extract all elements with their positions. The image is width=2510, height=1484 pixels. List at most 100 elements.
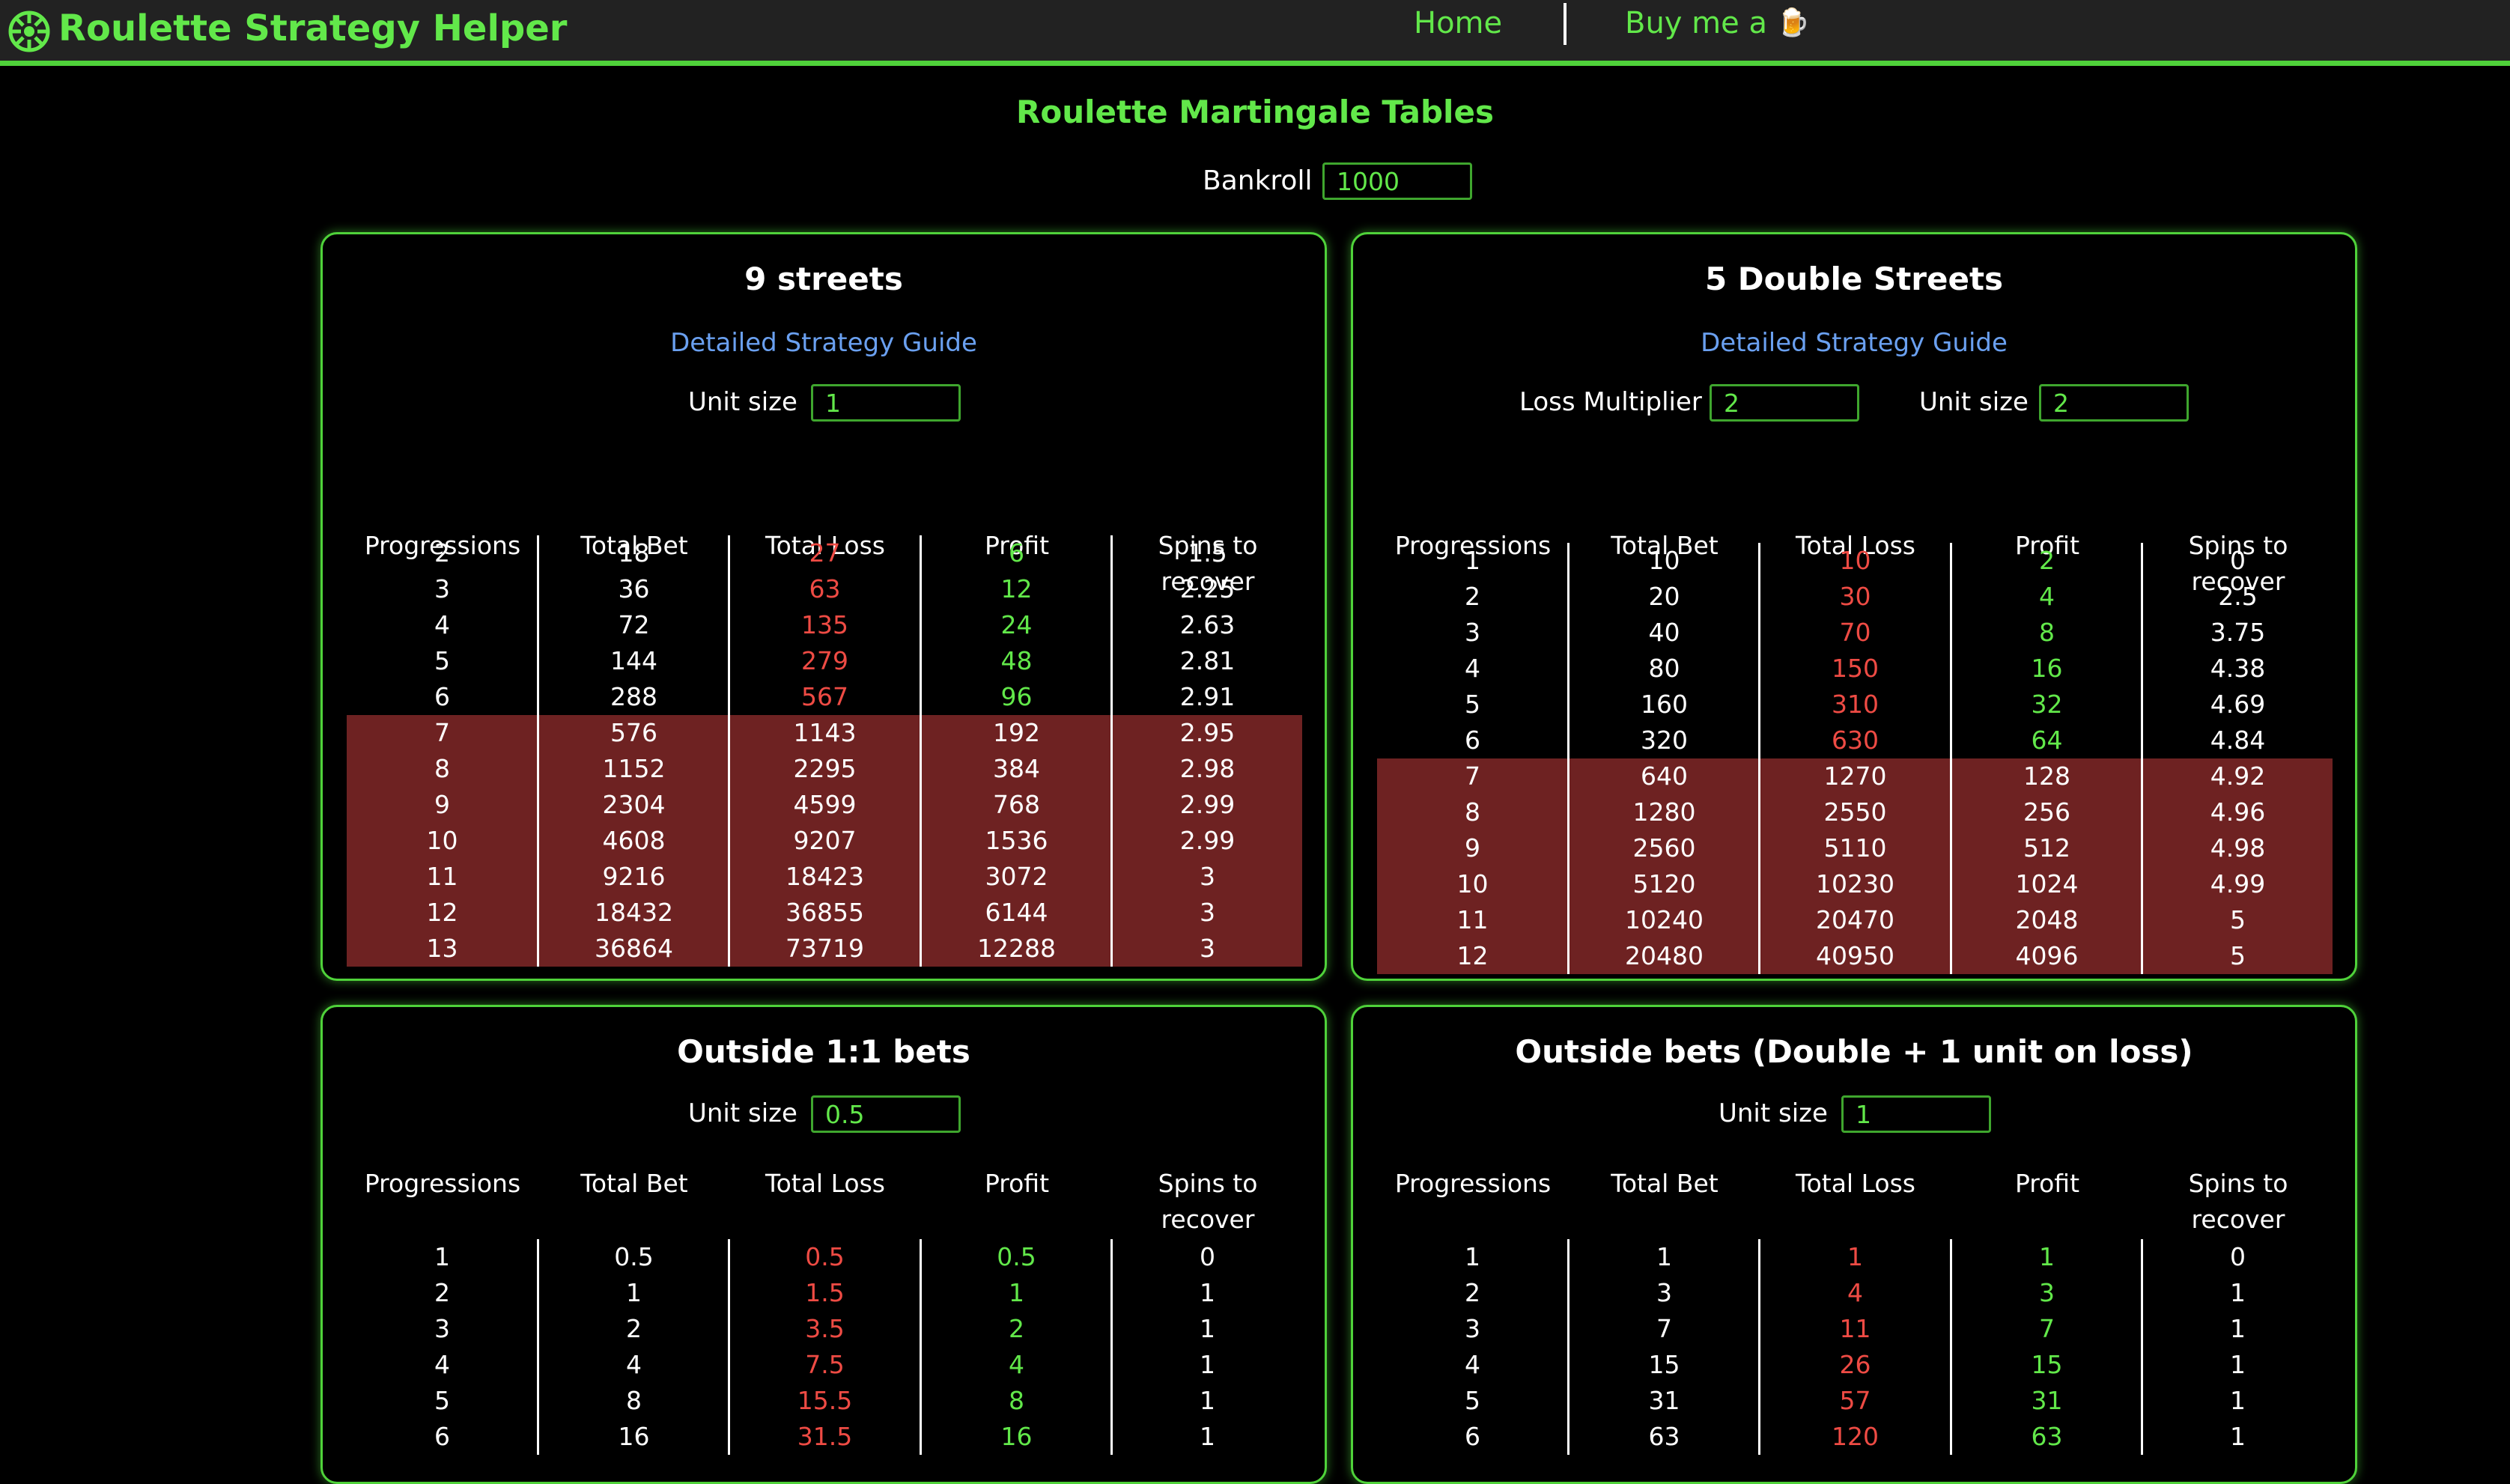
cell-total-loss: 36855 [785,898,864,927]
column-divider [1758,543,1760,974]
table-row: 5 31 57 31 1 [1377,1383,2333,1419]
cell-total-bet: 10240 [1625,905,1704,934]
column-divider [1567,1239,1569,1455]
cell-progressions: 5 [1465,690,1480,719]
cell-profit: 7 [2039,1314,2055,1343]
cell-profit: 6144 [985,898,1048,927]
table-row: 6 320 630 64 4.84 [1377,723,2333,758]
cell-progressions: 4 [1465,1350,1480,1379]
cell-total-loss: 1143 [793,718,857,747]
table-row: 2 1 1.5 1 1 [347,1275,1302,1311]
card-outside-double-plus-one: Outside bets (Double + 1 unit on loss) U… [1351,1005,2357,1484]
column-divider [537,1239,539,1455]
cell-total-loss: 73719 [785,934,864,963]
cell-total-loss: 120 [1832,1422,1879,1451]
cell-total-bet: 72 [618,610,650,639]
cell-total-bet: 1152 [602,754,666,783]
cell-total-loss: 135 [801,610,848,639]
table-body: 1 1 1 1 0 2 3 4 3 1 3 7 11 7 1 4 15 26 15 1 5 31 57 31 1 6 63 120 63… [1377,1239,2333,1455]
cell-spins-to-recover: 2.95 [1179,718,1236,747]
cell-spins-to-recover: 2.63 [1179,610,1236,639]
brand-title[interactable]: Roulette Strategy Helper [58,4,567,52]
cell-progressions: 2 [1465,582,1480,611]
cell-total-loss: 0.5 [805,1242,845,1271]
cell-spins-to-recover: 1 [1200,1278,1215,1307]
cell-profit: 2 [1009,1314,1024,1343]
cell-spins-to-recover: 2.5 [2218,582,2258,611]
cell-profit: 2048 [2015,905,2079,934]
table-row: 6 288 567 96 2.91 [347,679,1302,715]
column-header-profit: Profit [984,1169,1050,1198]
cell-total-bet: 160 [1641,690,1688,719]
cell-profit: 12288 [977,934,1056,963]
cell-progressions: 2 [434,1278,450,1307]
cell-spins-to-recover: 1 [1200,1314,1215,1343]
table-row: 3 7 11 7 1 [1377,1311,2333,1347]
cell-progressions: 1 [434,1242,450,1271]
cell-spins-to-recover: 1 [2230,1314,2246,1343]
nav-divider [1564,3,1567,45]
cell-spins-to-recover: 2.99 [1179,790,1236,819]
cell-total-bet: 1280 [1632,797,1696,827]
table-row: 5 144 279 48 2.81 [347,643,1302,679]
cell-total-loss: 5110 [1823,833,1887,863]
cell-profit: 8 [1009,1386,1024,1415]
cell-total-bet: 640 [1641,761,1688,791]
cell-total-bet: 1 [626,1278,642,1307]
cell-total-bet: 3 [1656,1278,1672,1307]
cell-total-loss: 1270 [1823,761,1887,791]
cell-total-loss: 4599 [793,790,857,819]
cell-total-loss: 4 [1847,1278,1863,1307]
cell-profit: 48 [1000,646,1033,675]
roulette-wheel-icon[interactable] [7,10,51,53]
cell-total-loss: 2550 [1823,797,1887,827]
cell-total-loss: 70 [1839,618,1871,647]
cell-profit: 192 [993,718,1040,747]
column-divider [1110,535,1113,967]
cell-profit: 16 [1000,1422,1033,1451]
cell-total-bet: 16 [618,1422,650,1451]
cell-total-loss: 7.5 [805,1350,845,1379]
nav-buy-link[interactable]: Buy me a 🍺 [1625,0,1810,46]
table-row: 2 20 30 4 2.5 [1377,579,2333,615]
cell-total-loss: 310 [1832,690,1879,719]
table-row: 7 640 1270 128 4.92 [1377,758,2333,794]
nav-buy-label: Buy me a [1625,6,1767,40]
cell-progressions: 8 [1465,797,1480,827]
cell-total-bet: 36 [618,574,650,603]
cell-total-bet: 5120 [1632,869,1696,898]
cell-profit: 32 [2031,690,2063,719]
cell-progressions: 13 [426,934,458,963]
column-divider [2141,1239,2143,1455]
table-row: 7 576 1143 192 2.95 [347,715,1302,751]
cell-progressions: 3 [434,574,450,603]
bankroll-input[interactable] [1322,162,1472,200]
cell-profit: 1536 [985,826,1048,855]
cell-spins-to-recover: 0 [2230,1242,2246,1271]
cell-total-loss: 567 [801,682,848,711]
cell-total-bet: 576 [610,718,657,747]
cell-spins-to-recover: 1 [2230,1278,2246,1307]
column-divider [920,1239,922,1455]
table-row: 10 5120 10230 1024 4.99 [1377,866,2333,902]
progression-table: Progressions Total Bet Total Loss Profit Spi… [323,1007,1325,1482]
nav-home-link[interactable]: Home [1414,0,1502,46]
cell-total-bet: 63 [1648,1422,1680,1451]
table-row: 1 0.5 0.5 0.5 0 [347,1239,1302,1275]
cell-profit: 4 [2039,582,2055,611]
cell-profit: 256 [2023,797,2070,827]
table-row: 9 2560 5110 512 4.98 [1377,830,2333,866]
cell-profit: 768 [993,790,1040,819]
cell-total-bet: 36864 [595,934,673,963]
cell-total-bet: 2304 [602,790,666,819]
cell-total-loss: 57 [1839,1386,1871,1415]
table-row: 9 2304 4599 768 2.99 [347,787,1302,823]
cell-progressions: 7 [1465,761,1480,791]
cell-total-bet: 18432 [595,898,673,927]
table-row: 4 72 135 24 2.63 [347,607,1302,643]
cell-total-bet: 320 [1641,726,1688,755]
cell-progressions: 2 [1465,1278,1480,1307]
page-title: Roulette Martingale Tables [1016,94,1494,130]
cell-total-bet: 40 [1648,618,1680,647]
cell-spins-to-recover: 1 [1200,1386,1215,1415]
